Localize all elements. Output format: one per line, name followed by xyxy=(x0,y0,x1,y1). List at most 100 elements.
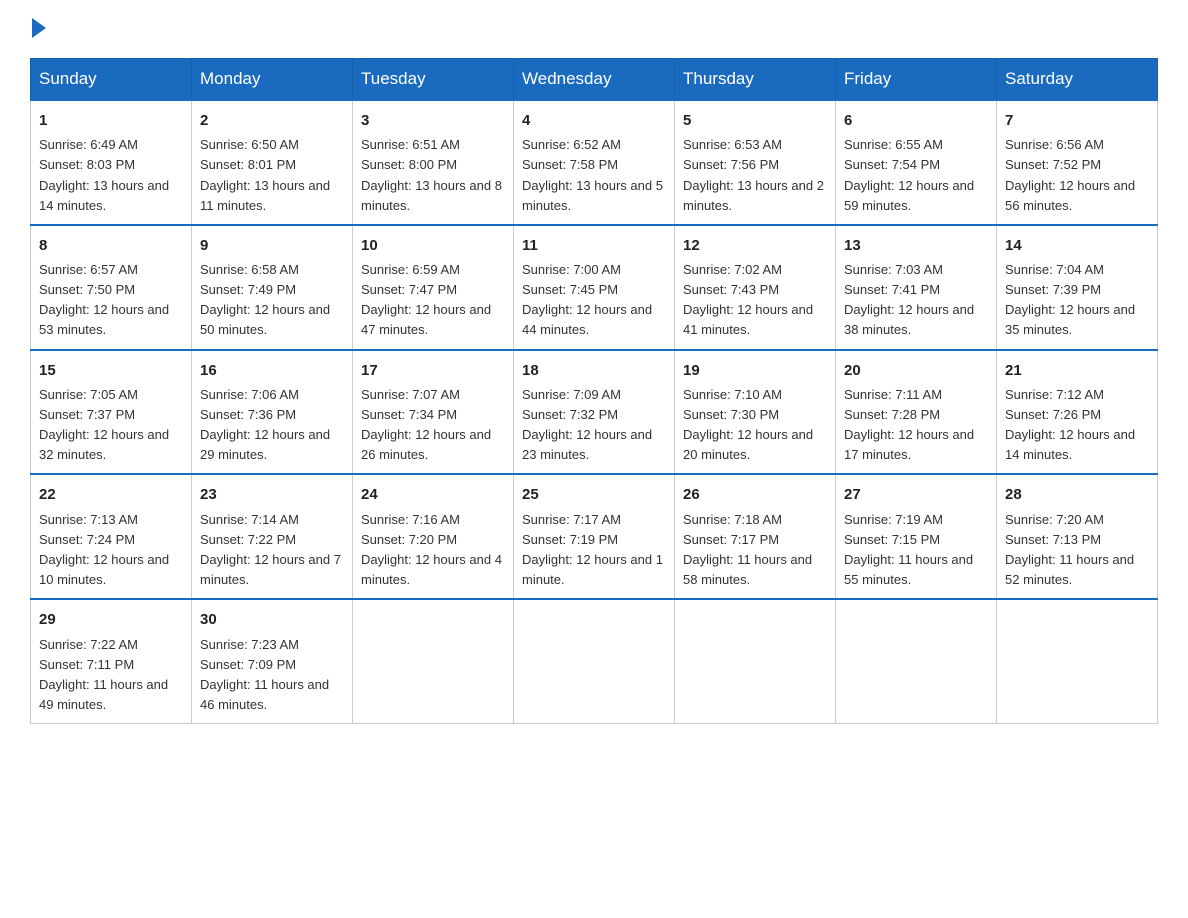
day-number: 11 xyxy=(522,234,666,257)
day-info: Sunrise: 7:23 AMSunset: 7:09 PMDaylight:… xyxy=(200,635,344,716)
day-number: 19 xyxy=(683,359,827,382)
day-number: 5 xyxy=(683,109,827,132)
weekday-header-wednesday: Wednesday xyxy=(514,59,675,101)
calendar-table: SundayMondayTuesdayWednesdayThursdayFrid… xyxy=(30,58,1158,724)
day-number: 25 xyxy=(522,483,666,506)
day-info: Sunrise: 7:00 AMSunset: 7:45 PMDaylight:… xyxy=(522,260,666,341)
calendar-cell: 28 Sunrise: 7:20 AMSunset: 7:13 PMDaylig… xyxy=(997,474,1158,599)
day-number: 7 xyxy=(1005,109,1149,132)
calendar-cell: 22 Sunrise: 7:13 AMSunset: 7:24 PMDaylig… xyxy=(31,474,192,599)
day-info: Sunrise: 6:55 AMSunset: 7:54 PMDaylight:… xyxy=(844,135,988,216)
day-number: 29 xyxy=(39,608,183,631)
calendar-cell: 14 Sunrise: 7:04 AMSunset: 7:39 PMDaylig… xyxy=(997,225,1158,350)
calendar-cell: 3 Sunrise: 6:51 AMSunset: 8:00 PMDayligh… xyxy=(353,100,514,225)
day-number: 9 xyxy=(200,234,344,257)
calendar-cell: 11 Sunrise: 7:00 AMSunset: 7:45 PMDaylig… xyxy=(514,225,675,350)
calendar-cell: 10 Sunrise: 6:59 AMSunset: 7:47 PMDaylig… xyxy=(353,225,514,350)
calendar-cell: 18 Sunrise: 7:09 AMSunset: 7:32 PMDaylig… xyxy=(514,350,675,475)
day-number: 21 xyxy=(1005,359,1149,382)
day-number: 24 xyxy=(361,483,505,506)
calendar-cell: 26 Sunrise: 7:18 AMSunset: 7:17 PMDaylig… xyxy=(675,474,836,599)
calendar-cell: 1 Sunrise: 6:49 AMSunset: 8:03 PMDayligh… xyxy=(31,100,192,225)
day-number: 28 xyxy=(1005,483,1149,506)
day-number: 22 xyxy=(39,483,183,506)
logo xyxy=(30,20,46,38)
day-info: Sunrise: 6:51 AMSunset: 8:00 PMDaylight:… xyxy=(361,135,505,216)
day-info: Sunrise: 6:52 AMSunset: 7:58 PMDaylight:… xyxy=(522,135,666,216)
calendar-cell: 9 Sunrise: 6:58 AMSunset: 7:49 PMDayligh… xyxy=(192,225,353,350)
calendar-week-row: 29 Sunrise: 7:22 AMSunset: 7:11 PMDaylig… xyxy=(31,599,1158,723)
day-number: 10 xyxy=(361,234,505,257)
day-info: Sunrise: 7:06 AMSunset: 7:36 PMDaylight:… xyxy=(200,385,344,466)
calendar-cell: 30 Sunrise: 7:23 AMSunset: 7:09 PMDaylig… xyxy=(192,599,353,723)
day-info: Sunrise: 7:12 AMSunset: 7:26 PMDaylight:… xyxy=(1005,385,1149,466)
weekday-header-thursday: Thursday xyxy=(675,59,836,101)
calendar-cell: 6 Sunrise: 6:55 AMSunset: 7:54 PMDayligh… xyxy=(836,100,997,225)
day-info: Sunrise: 7:13 AMSunset: 7:24 PMDaylight:… xyxy=(39,510,183,591)
day-number: 15 xyxy=(39,359,183,382)
day-number: 26 xyxy=(683,483,827,506)
day-info: Sunrise: 6:56 AMSunset: 7:52 PMDaylight:… xyxy=(1005,135,1149,216)
day-info: Sunrise: 7:03 AMSunset: 7:41 PMDaylight:… xyxy=(844,260,988,341)
calendar-cell xyxy=(836,599,997,723)
calendar-cell: 25 Sunrise: 7:17 AMSunset: 7:19 PMDaylig… xyxy=(514,474,675,599)
calendar-cell: 5 Sunrise: 6:53 AMSunset: 7:56 PMDayligh… xyxy=(675,100,836,225)
day-number: 4 xyxy=(522,109,666,132)
calendar-cell: 23 Sunrise: 7:14 AMSunset: 7:22 PMDaylig… xyxy=(192,474,353,599)
weekday-header-row: SundayMondayTuesdayWednesdayThursdayFrid… xyxy=(31,59,1158,101)
calendar-week-row: 22 Sunrise: 7:13 AMSunset: 7:24 PMDaylig… xyxy=(31,474,1158,599)
day-number: 1 xyxy=(39,109,183,132)
day-number: 14 xyxy=(1005,234,1149,257)
day-info: Sunrise: 6:59 AMSunset: 7:47 PMDaylight:… xyxy=(361,260,505,341)
day-info: Sunrise: 6:58 AMSunset: 7:49 PMDaylight:… xyxy=(200,260,344,341)
calendar-week-row: 1 Sunrise: 6:49 AMSunset: 8:03 PMDayligh… xyxy=(31,100,1158,225)
calendar-cell xyxy=(514,599,675,723)
day-info: Sunrise: 7:04 AMSunset: 7:39 PMDaylight:… xyxy=(1005,260,1149,341)
calendar-cell: 29 Sunrise: 7:22 AMSunset: 7:11 PMDaylig… xyxy=(31,599,192,723)
day-number: 17 xyxy=(361,359,505,382)
weekday-header-tuesday: Tuesday xyxy=(353,59,514,101)
weekday-header-sunday: Sunday xyxy=(31,59,192,101)
calendar-cell: 24 Sunrise: 7:16 AMSunset: 7:20 PMDaylig… xyxy=(353,474,514,599)
weekday-header-friday: Friday xyxy=(836,59,997,101)
day-number: 13 xyxy=(844,234,988,257)
calendar-cell: 12 Sunrise: 7:02 AMSunset: 7:43 PMDaylig… xyxy=(675,225,836,350)
weekday-header-monday: Monday xyxy=(192,59,353,101)
logo-triangle-icon xyxy=(32,18,46,38)
day-info: Sunrise: 7:10 AMSunset: 7:30 PMDaylight:… xyxy=(683,385,827,466)
day-info: Sunrise: 6:53 AMSunset: 7:56 PMDaylight:… xyxy=(683,135,827,216)
day-number: 6 xyxy=(844,109,988,132)
day-number: 23 xyxy=(200,483,344,506)
calendar-cell xyxy=(353,599,514,723)
calendar-cell xyxy=(675,599,836,723)
day-info: Sunrise: 7:22 AMSunset: 7:11 PMDaylight:… xyxy=(39,635,183,716)
calendar-cell: 15 Sunrise: 7:05 AMSunset: 7:37 PMDaylig… xyxy=(31,350,192,475)
day-info: Sunrise: 7:14 AMSunset: 7:22 PMDaylight:… xyxy=(200,510,344,591)
day-number: 18 xyxy=(522,359,666,382)
day-info: Sunrise: 7:16 AMSunset: 7:20 PMDaylight:… xyxy=(361,510,505,591)
day-info: Sunrise: 6:57 AMSunset: 7:50 PMDaylight:… xyxy=(39,260,183,341)
day-info: Sunrise: 7:19 AMSunset: 7:15 PMDaylight:… xyxy=(844,510,988,591)
day-info: Sunrise: 7:18 AMSunset: 7:17 PMDaylight:… xyxy=(683,510,827,591)
day-number: 3 xyxy=(361,109,505,132)
day-number: 8 xyxy=(39,234,183,257)
calendar-cell xyxy=(997,599,1158,723)
calendar-cell: 8 Sunrise: 6:57 AMSunset: 7:50 PMDayligh… xyxy=(31,225,192,350)
calendar-cell: 13 Sunrise: 7:03 AMSunset: 7:41 PMDaylig… xyxy=(836,225,997,350)
day-info: Sunrise: 7:11 AMSunset: 7:28 PMDaylight:… xyxy=(844,385,988,466)
calendar-week-row: 15 Sunrise: 7:05 AMSunset: 7:37 PMDaylig… xyxy=(31,350,1158,475)
page-header xyxy=(30,20,1158,38)
day-info: Sunrise: 7:07 AMSunset: 7:34 PMDaylight:… xyxy=(361,385,505,466)
calendar-cell: 20 Sunrise: 7:11 AMSunset: 7:28 PMDaylig… xyxy=(836,350,997,475)
day-info: Sunrise: 6:50 AMSunset: 8:01 PMDaylight:… xyxy=(200,135,344,216)
day-number: 30 xyxy=(200,608,344,631)
calendar-cell: 4 Sunrise: 6:52 AMSunset: 7:58 PMDayligh… xyxy=(514,100,675,225)
day-info: Sunrise: 7:17 AMSunset: 7:19 PMDaylight:… xyxy=(522,510,666,591)
day-number: 20 xyxy=(844,359,988,382)
calendar-cell: 19 Sunrise: 7:10 AMSunset: 7:30 PMDaylig… xyxy=(675,350,836,475)
calendar-cell: 21 Sunrise: 7:12 AMSunset: 7:26 PMDaylig… xyxy=(997,350,1158,475)
calendar-week-row: 8 Sunrise: 6:57 AMSunset: 7:50 PMDayligh… xyxy=(31,225,1158,350)
day-info: Sunrise: 7:05 AMSunset: 7:37 PMDaylight:… xyxy=(39,385,183,466)
day-info: Sunrise: 7:09 AMSunset: 7:32 PMDaylight:… xyxy=(522,385,666,466)
calendar-cell: 17 Sunrise: 7:07 AMSunset: 7:34 PMDaylig… xyxy=(353,350,514,475)
